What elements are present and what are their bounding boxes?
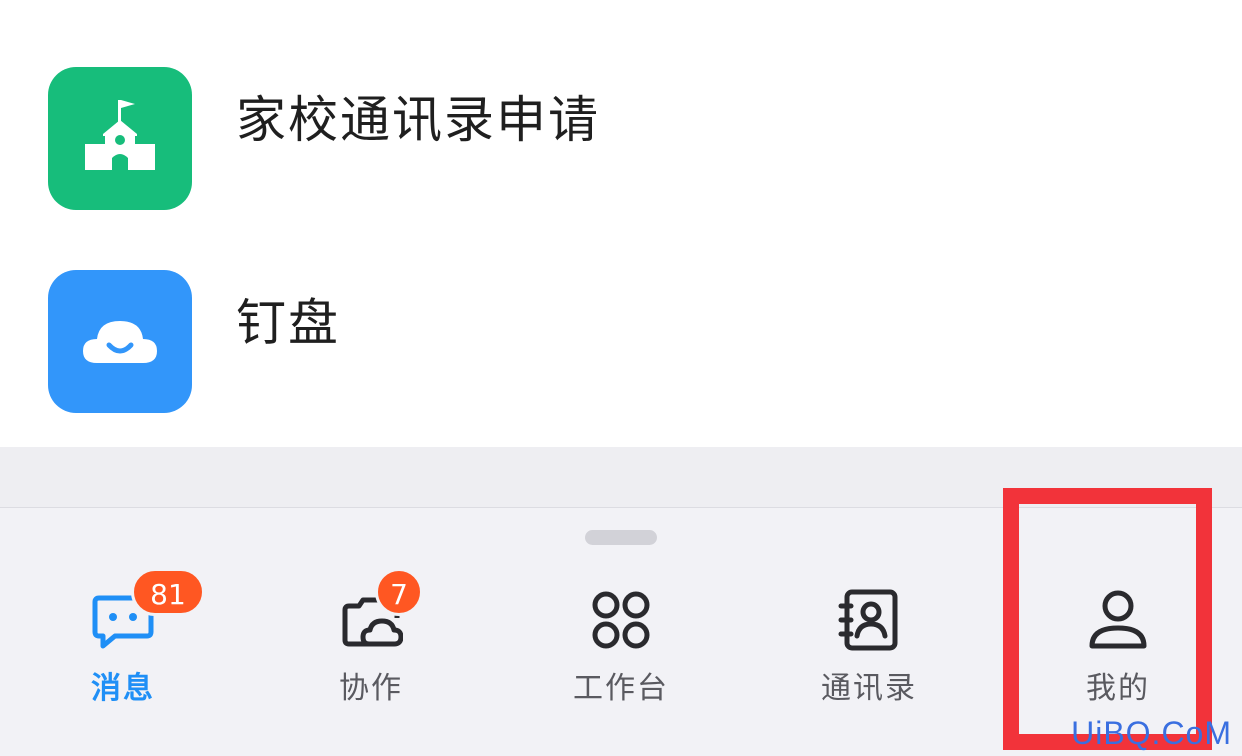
unread-badge: 7 <box>375 568 423 616</box>
workbench-icon <box>589 588 653 652</box>
app-row-dingpan[interactable]: 钉盘 <box>0 253 1242 423</box>
tab-label: 工作台 <box>573 671 669 706</box>
drag-handle[interactable] <box>585 530 657 545</box>
tab-label: 通讯录 <box>821 671 917 706</box>
tab-workbench[interactable]: 工作台 <box>541 580 701 706</box>
watermark: UiBQ.CoM <box>1071 715 1232 751</box>
app-label: 钉盘 <box>236 294 340 352</box>
highlight-box <box>1003 488 1212 750</box>
school-icon <box>48 67 192 210</box>
tab-label: 协作 <box>339 671 403 706</box>
app-label: 家校通讯录申请 <box>236 91 600 149</box>
tab-collaboration[interactable]: 7 协作 <box>291 568 451 706</box>
contacts-icon <box>837 588 901 652</box>
unread-badge: 81 <box>131 568 205 616</box>
app-row-school-contacts[interactable]: 家校通讯录申请 <box>0 50 1242 220</box>
app-list: 家校通讯录申请 钉盘 <box>0 0 1242 447</box>
tab-label: 消息 <box>91 671 155 706</box>
tab-messages[interactable]: 81 消息 <box>43 568 205 706</box>
tab-contacts[interactable]: 通讯录 <box>789 580 949 706</box>
cloud-smile-icon <box>48 270 192 413</box>
